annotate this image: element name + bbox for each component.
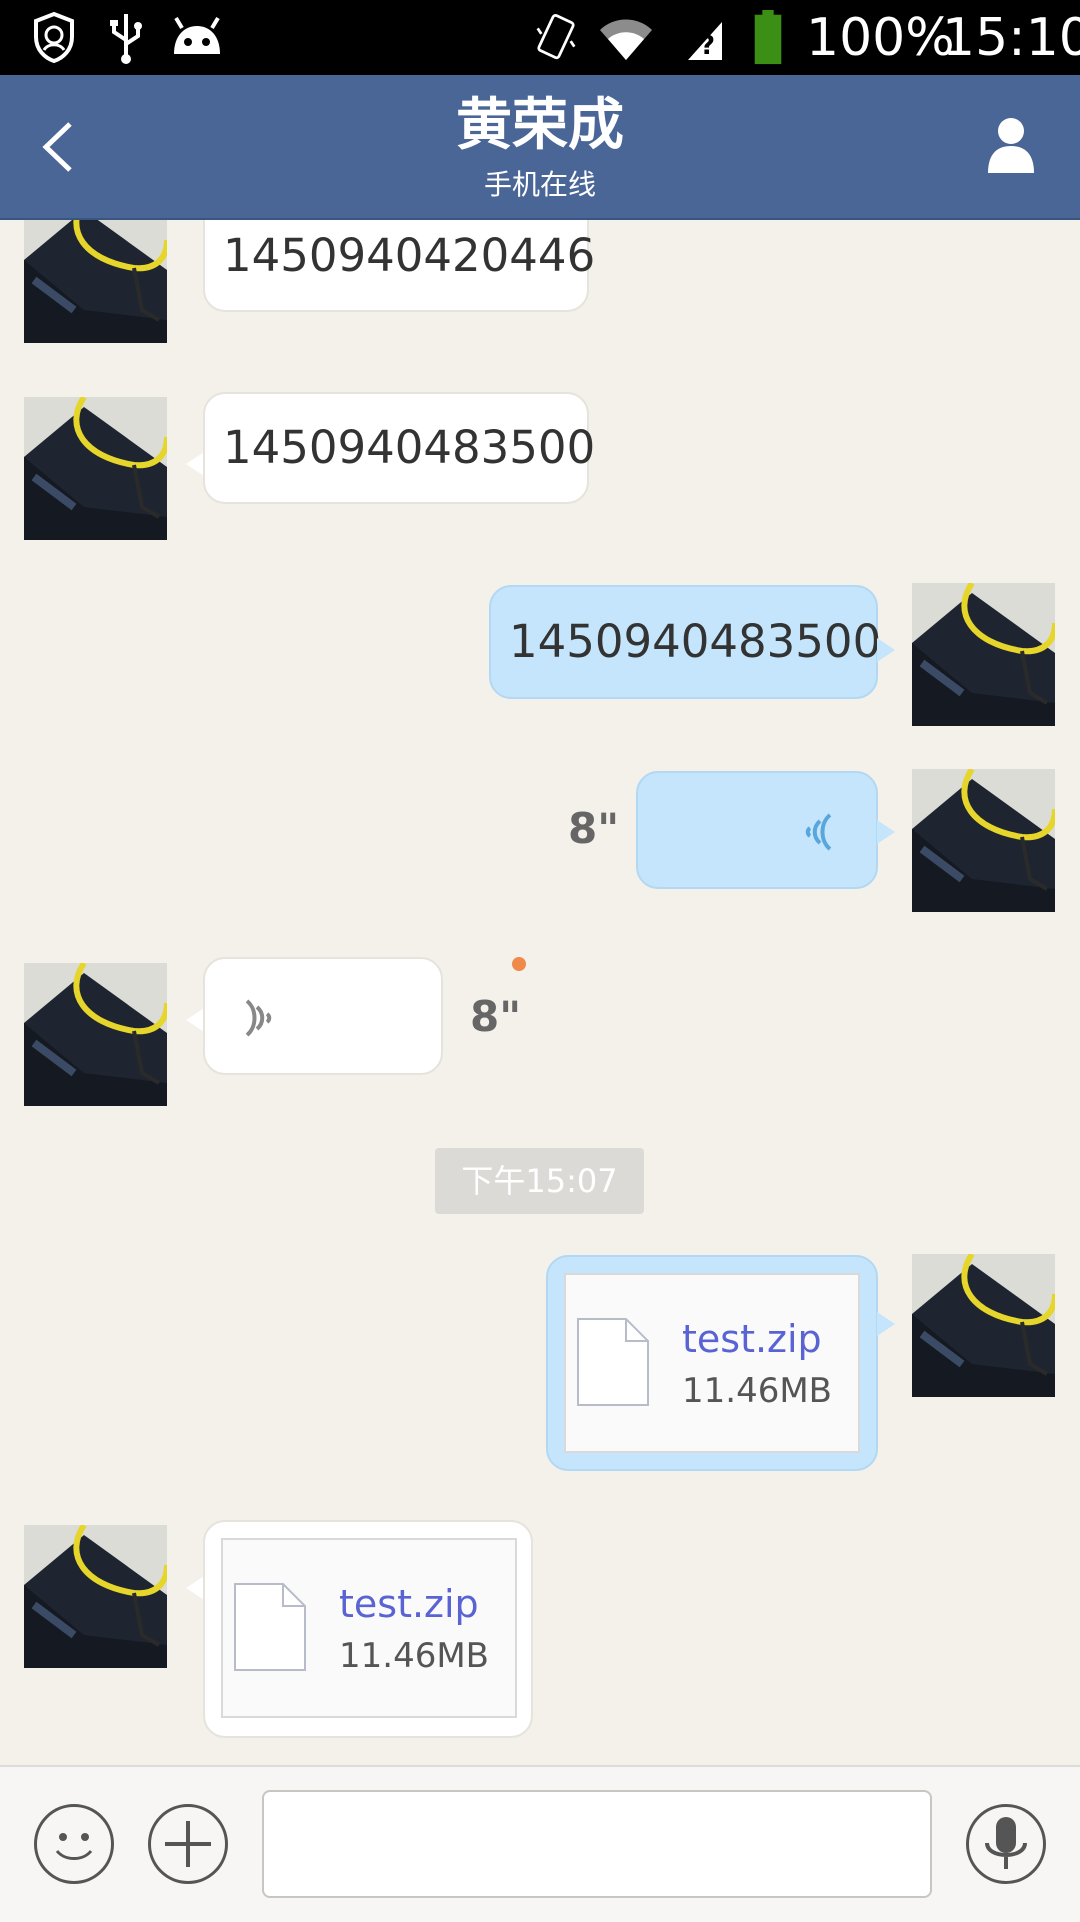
profile-button[interactable] <box>986 115 1036 175</box>
voice-duration: 8" <box>568 804 620 853</box>
file-icon <box>234 1583 306 1671</box>
file-card[interactable]: test.zip 11.46MB <box>564 1273 860 1453</box>
message-input[interactable] <box>262 1790 932 1898</box>
my-avatar[interactable] <box>912 583 1055 726</box>
message-bubble[interactable]: 1450940483500 <box>203 392 595 504</box>
file-icon <box>577 1318 649 1406</box>
message-list[interactable]: 1450940420446 1450940483500 145094048350… <box>0 220 1080 1765</box>
contact-avatar[interactable] <box>24 397 167 540</box>
message-bubble[interactable]: 1450940420446 <box>203 220 595 312</box>
file-size: 11.46MB <box>682 1371 832 1411</box>
file-name[interactable]: test.zip <box>339 1582 479 1626</box>
sim-icon: ? <box>688 22 722 61</box>
my-avatar[interactable] <box>912 1254 1055 1397</box>
file-message-bubble[interactable]: test.zip 11.46MB <box>546 1255 878 1471</box>
svg-text:?: ? <box>700 31 715 61</box>
more-button[interactable] <box>148 1804 228 1884</box>
battery-percent: 100% <box>806 8 955 68</box>
my-avatar[interactable] <box>912 769 1055 912</box>
file-size: 11.46MB <box>339 1636 489 1676</box>
vibrate-icon <box>536 14 576 60</box>
file-card[interactable]: test.zip 11.46MB <box>221 1538 517 1718</box>
message-text: 1450940420446 <box>223 229 596 282</box>
microphone-icon <box>985 1817 1027 1869</box>
contact-avatar[interactable] <box>24 1525 167 1668</box>
message-text: 1450940483500 <box>223 421 596 474</box>
voice-input-button[interactable] <box>966 1804 1046 1884</box>
usb-icon <box>110 14 142 64</box>
clock: 15:10 <box>942 8 1080 68</box>
wifi-icon <box>600 19 652 60</box>
file-message-bubble[interactable]: test.zip 11.46MB <box>203 1520 533 1738</box>
voice-message-bubble[interactable] <box>203 957 443 1075</box>
contact-name: 黄荣成 <box>456 93 624 158</box>
plus-icon <box>165 1821 211 1867</box>
voice-wave-icon <box>805 813 832 851</box>
voice-message-bubble[interactable] <box>636 771 878 889</box>
emoji-icon <box>55 1833 93 1860</box>
file-name[interactable]: test.zip <box>682 1317 822 1361</box>
input-bar <box>0 1765 1080 1922</box>
contact-avatar[interactable] <box>24 220 167 343</box>
status-bar: ? 100% 15:10 <box>0 0 1080 75</box>
online-status: 手机在线 <box>483 168 596 201</box>
shield-icon <box>34 11 74 64</box>
time-divider: 下午15:07 <box>435 1148 644 1214</box>
message-text: 1450940483500 <box>509 615 882 668</box>
message-bubble[interactable]: 1450940483500 <box>489 585 882 699</box>
voice-wave-icon <box>245 999 272 1037</box>
contact-avatar[interactable] <box>24 963 167 1106</box>
voice-duration: 8" <box>470 992 522 1041</box>
battery-icon <box>754 10 782 65</box>
chat-header: 黄荣成 手机在线 <box>0 75 1080 220</box>
emoji-button[interactable] <box>34 1804 114 1884</box>
unread-indicator <box>512 957 526 971</box>
android-icon <box>174 16 220 54</box>
